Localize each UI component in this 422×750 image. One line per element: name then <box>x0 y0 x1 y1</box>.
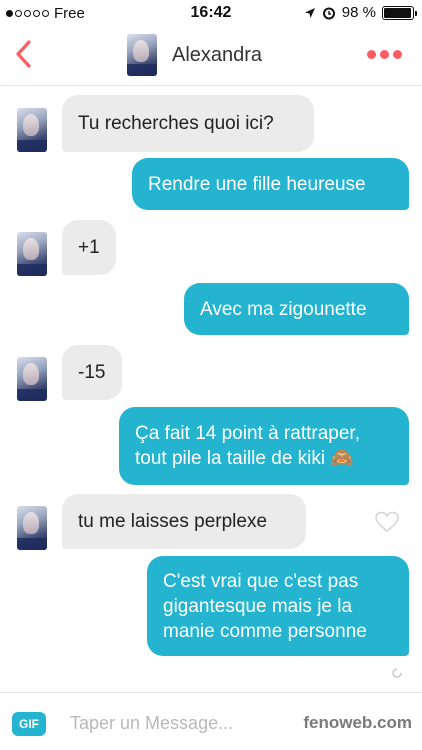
avatar[interactable] <box>17 232 47 276</box>
watermark-text: fenoweb.com <box>303 713 412 732</box>
message-text: Avec ma zigounette <box>200 298 367 320</box>
message-text: Rendre une fille heureuse <box>148 173 366 195</box>
read-receipt-icon <box>392 668 402 678</box>
more-dots-icon[interactable] <box>367 50 402 59</box>
message-bubble: +1 <box>62 220 116 275</box>
message-text-line: tout pile la taille de kiki 🙈 <box>135 448 355 469</box>
message-bubble: Tu recherches quoi ici? <box>62 95 314 152</box>
message-bubble: C'est vrai que c'est pas gigantesque mai… <box>147 556 409 656</box>
message-bubble: tu me laisses perplexe <box>62 494 306 549</box>
message-text-line: manie comme personne <box>163 620 367 642</box>
status-icons: 98 % <box>304 4 417 21</box>
like-heart-icon[interactable] <box>374 510 400 534</box>
message-bubble: Avec ma zigounette <box>184 283 409 335</box>
message-bubble: Rendre une fille heureuse <box>132 158 409 210</box>
gif-button[interactable]: GIF <box>12 712 46 736</box>
message-text: -15 <box>78 362 106 383</box>
message-text: +1 <box>78 237 100 258</box>
contact-avatar[interactable] <box>127 34 157 76</box>
location-icon <box>304 7 315 18</box>
message-text-line: C'est vrai que c'est pas <box>163 570 359 592</box>
battery-icon <box>382 5 417 20</box>
message-text-line: gigantesque mais je la <box>163 595 353 617</box>
contact-name[interactable]: Alexandra <box>172 44 262 67</box>
message-bubble: -15 <box>62 345 122 400</box>
status-bar: Free 16:42 98 % <box>0 0 422 26</box>
message-text-line: Ça fait 14 point à rattraper, <box>135 423 360 444</box>
chat-header: Alexandra <box>0 26 422 86</box>
message-text: tu me laisses perplexe <box>78 511 268 532</box>
chevron-left-icon[interactable] <box>12 38 36 70</box>
message-input[interactable] <box>70 710 290 736</box>
avatar[interactable] <box>17 357 47 401</box>
avatar[interactable] <box>17 506 47 550</box>
alarm-icon <box>322 7 335 19</box>
message-text: Tu recherches quoi ici? <box>78 113 274 134</box>
avatar[interactable] <box>17 108 47 152</box>
message-bubble: Ça fait 14 point à rattraper, tout pile … <box>119 407 409 485</box>
battery-percent: 98 % <box>341 4 376 21</box>
message-composer: GIF fenoweb.com <box>0 692 422 750</box>
